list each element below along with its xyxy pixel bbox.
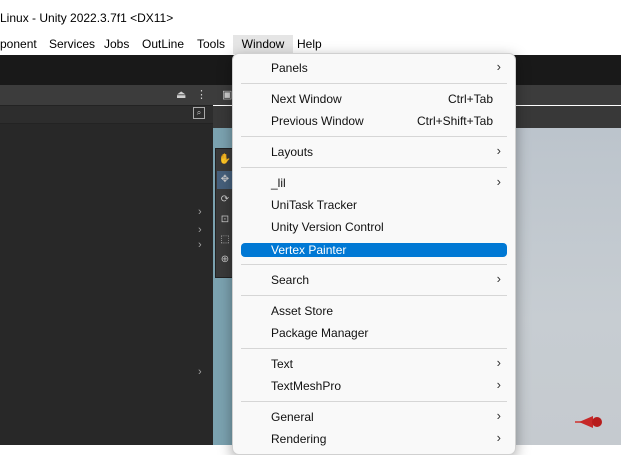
menu-bar: ponent Services Jobs OutLine Tools Windo… bbox=[0, 34, 621, 55]
rect-tool-icon[interactable]: ⬚ bbox=[217, 231, 233, 249]
menu-separator bbox=[241, 264, 507, 265]
transform-tool-icon[interactable]: ⊕ bbox=[217, 251, 233, 269]
menu-item-text[interactable]: Text › bbox=[241, 355, 507, 372]
lock-icon[interactable]: ⏏ bbox=[176, 88, 186, 101]
chevron-right-icon: › bbox=[496, 174, 501, 189]
menu-separator bbox=[241, 348, 507, 349]
hierarchy-search[interactable]: ⌕ bbox=[0, 106, 213, 124]
menu-item-lil[interactable]: _lil › bbox=[241, 174, 507, 191]
menu-item-textmeshpro[interactable]: TextMeshPro › bbox=[241, 377, 507, 394]
menu-tools[interactable]: Tools bbox=[194, 37, 228, 51]
menu-item-label: General bbox=[271, 410, 314, 424]
menu-component[interactable]: ponent bbox=[0, 37, 40, 51]
menu-item-label: Unity Version Control bbox=[271, 220, 384, 234]
axis-gizmo[interactable] bbox=[575, 413, 621, 431]
menu-item-label: Layouts bbox=[271, 145, 314, 159]
shortcut-label: Ctrl+Tab bbox=[447, 92, 493, 106]
menu-outline[interactable]: OutLine bbox=[139, 37, 187, 51]
hand-tool-icon[interactable]: ✋ bbox=[217, 151, 233, 169]
menu-separator bbox=[241, 167, 507, 168]
expand-arrow-icon[interactable]: › bbox=[198, 366, 202, 378]
expand-arrow-icon[interactable]: › bbox=[198, 206, 202, 218]
menu-item-label: Vertex Painter bbox=[271, 243, 347, 257]
menu-item-label: TextMeshPro bbox=[271, 379, 342, 393]
menu-jobs[interactable]: Jobs bbox=[101, 37, 132, 51]
chevron-right-icon: › bbox=[496, 355, 501, 370]
rotate-tool-icon[interactable]: ⟳ bbox=[217, 191, 233, 209]
menu-item-package-manager[interactable]: Package Manager bbox=[241, 325, 507, 341]
menu-item-vertex-painter[interactable]: Vertex Painter bbox=[241, 243, 507, 257]
lock-icon[interactable]: ▣ bbox=[222, 88, 232, 101]
menu-item-label: Package Manager bbox=[271, 326, 369, 340]
hierarchy-header: ⏏ ⋮ bbox=[0, 85, 213, 106]
menu-window[interactable]: Window bbox=[233, 35, 293, 54]
menu-item-asset-store[interactable]: Asset Store bbox=[241, 303, 507, 319]
window-title: Linux - Unity 2022.3.7f1 <DX11> bbox=[0, 11, 174, 25]
chevron-right-icon: › bbox=[496, 408, 501, 423]
menu-item-label: Previous Window bbox=[271, 114, 364, 128]
expand-arrow-icon[interactable]: › bbox=[198, 239, 202, 251]
menu-separator bbox=[241, 136, 507, 137]
menu-item-general[interactable]: General › bbox=[241, 408, 507, 425]
shortcut-label: Ctrl+Shift+Tab bbox=[416, 114, 493, 128]
menu-item-label: Panels bbox=[271, 61, 308, 75]
chevron-right-icon: › bbox=[496, 143, 501, 158]
menu-item-unity-version-control[interactable]: Unity Version Control bbox=[241, 219, 507, 235]
menu-item-next-window[interactable]: Next Window Ctrl+Tab bbox=[241, 91, 507, 107]
menu-item-previous-window[interactable]: Previous Window Ctrl+Shift+Tab bbox=[241, 113, 507, 129]
menu-separator bbox=[241, 401, 507, 402]
menu-item-label: Text bbox=[271, 357, 294, 371]
move-tool-icon[interactable]: ✥ bbox=[217, 171, 233, 189]
chevron-right-icon: › bbox=[496, 271, 501, 286]
menu-item-layouts[interactable]: Layouts › bbox=[241, 143, 507, 160]
menu-item-label: Asset Store bbox=[271, 304, 334, 318]
menu-item-panels[interactable]: Panels › bbox=[241, 59, 507, 76]
menu-separator bbox=[241, 295, 507, 296]
menu-item-search[interactable]: Search › bbox=[241, 271, 507, 288]
window-menu-dropdown: Panels › Next Window Ctrl+Tab Previous W… bbox=[232, 53, 516, 455]
menu-services[interactable]: Services bbox=[46, 37, 98, 51]
hierarchy-panel: › › › › bbox=[0, 124, 213, 445]
title-bar: Linux - Unity 2022.3.7f1 <DX11> bbox=[0, 0, 621, 34]
search-toggle-icon[interactable]: ⌕ bbox=[193, 107, 205, 119]
chevron-right-icon: › bbox=[496, 377, 501, 392]
menu-item-label: Search bbox=[271, 273, 310, 287]
chevron-right-icon: › bbox=[496, 430, 501, 445]
menu-separator bbox=[241, 83, 507, 84]
expand-arrow-icon[interactable]: › bbox=[198, 224, 202, 236]
scale-tool-icon[interactable]: ⊡ bbox=[217, 211, 233, 229]
more-vertical-icon[interactable]: ⋮ bbox=[196, 88, 207, 101]
menu-item-label: Next Window bbox=[271, 92, 342, 106]
menu-item-label: _lil bbox=[271, 176, 286, 190]
chevron-right-icon: › bbox=[496, 59, 501, 74]
menu-item-unitask-tracker[interactable]: UniTask Tracker bbox=[241, 197, 507, 213]
menu-item-label: UniTask Tracker bbox=[271, 198, 358, 212]
menu-help[interactable]: Help bbox=[294, 37, 325, 51]
